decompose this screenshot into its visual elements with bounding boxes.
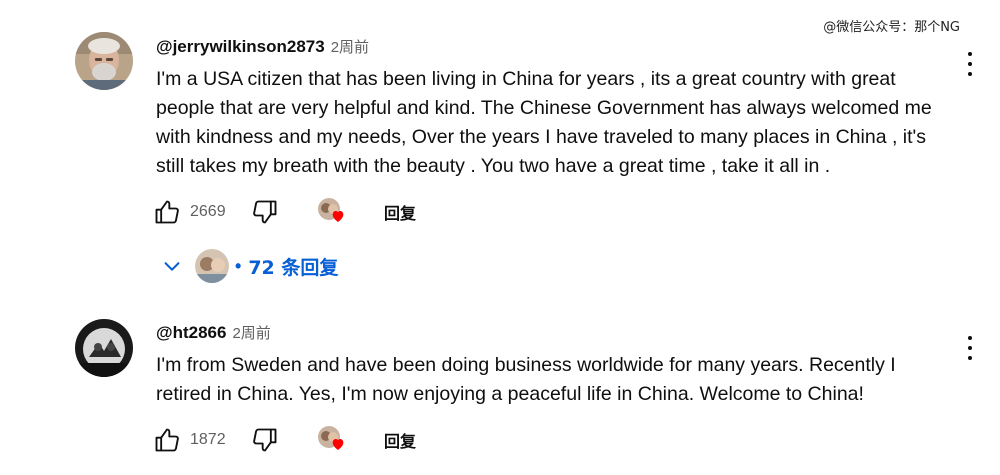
avatar[interactable] (75, 32, 133, 90)
watermark: @微信公众号：那个NG (823, 20, 960, 35)
comment-actions: 2669 回复 (152, 197, 416, 227)
comment-timestamp[interactable]: 2周前 (232, 325, 270, 342)
comment-text: I'm from Sweden and have been doing busi… (156, 354, 896, 405)
like-count: 2669 (190, 203, 226, 220)
more-vert-icon[interactable] (960, 50, 980, 78)
thumb-up-icon[interactable] (152, 197, 182, 227)
avatar (195, 249, 229, 283)
comment-text: I'm a USA citizen that has been living i… (156, 68, 932, 177)
thumb-up-icon[interactable] (152, 425, 182, 455)
view-replies-button[interactable]: • 72 条回复 (160, 248, 338, 284)
more-vert-icon[interactable] (960, 334, 980, 362)
comment-actions: 1872 回复 (152, 425, 416, 455)
comment-header: @ht2866 2周前 (156, 322, 271, 343)
comment-timestamp[interactable]: 2周前 (331, 39, 369, 56)
thumb-down-icon[interactable] (250, 425, 280, 455)
replies-count-label[interactable]: 72 条回复 (248, 253, 338, 280)
reply-button[interactable]: 回复 (384, 200, 416, 224)
like-count: 1872 (190, 431, 226, 448)
comment-author[interactable]: @ht2866 (156, 323, 226, 342)
comment-author[interactable]: @jerrywilkinson2873 (156, 37, 325, 56)
creator-heart-icon (318, 426, 346, 454)
comment-header: @jerrywilkinson2873 2周前 (156, 36, 369, 57)
reply-button[interactable]: 回复 (384, 428, 416, 452)
creator-heart-icon (318, 198, 346, 226)
avatar[interactable] (75, 319, 133, 377)
chevron-down-icon (160, 254, 184, 278)
thumb-down-icon[interactable] (250, 197, 280, 227)
